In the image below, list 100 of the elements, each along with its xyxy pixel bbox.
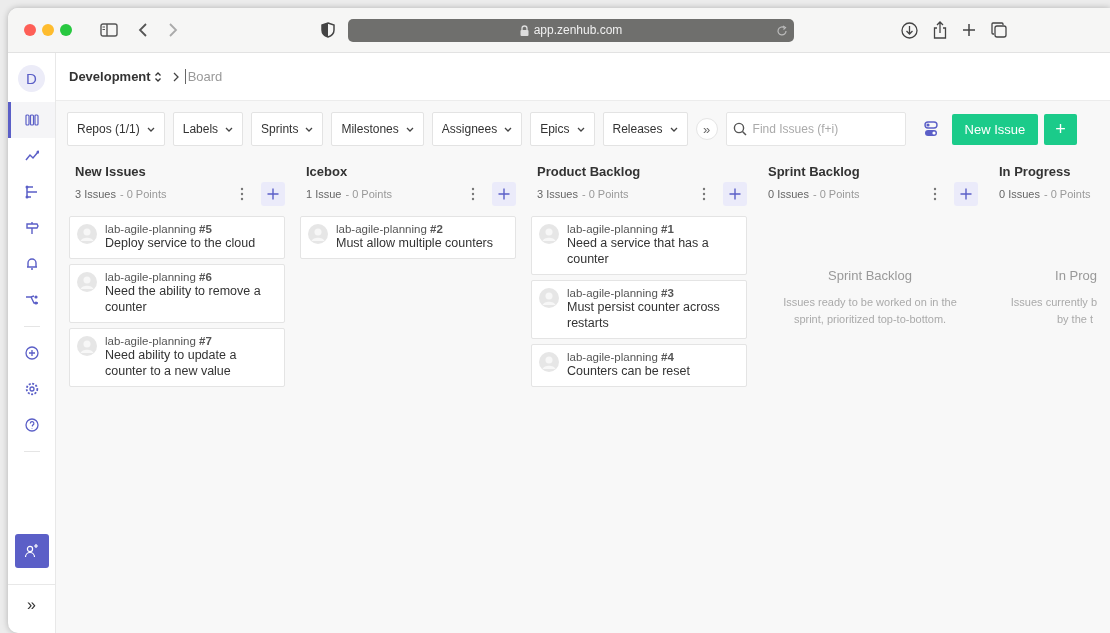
issue-count: 0 Issues — [768, 188, 809, 200]
plus-circle-icon — [24, 346, 39, 360]
back-icon[interactable] — [138, 22, 148, 38]
issue-card[interactable]: lab-agile-planning #2 Must allow multiple counters — [300, 216, 516, 259]
bell-icon — [24, 257, 39, 271]
filter-dropdown[interactable]: Assignees — [431, 112, 523, 146]
avatar-icon — [308, 224, 328, 244]
issue-title: Counters can be reset — [567, 363, 690, 379]
filter-dropdown[interactable]: Releases — [602, 112, 688, 146]
address-bar[interactable]: app.zenhub.com — [348, 18, 794, 42]
avatar-icon — [539, 224, 559, 244]
add-user-icon — [23, 543, 40, 559]
signpost-icon — [24, 221, 39, 235]
plus-icon — [960, 188, 972, 200]
plus-icon — [498, 188, 510, 200]
add-issue-button[interactable] — [954, 182, 978, 206]
issue-title: Need the ability to remove a counter — [105, 283, 262, 315]
issue-count: 0 Issues — [999, 188, 1040, 200]
avatar-icon — [539, 352, 559, 372]
column-title: In Progress — [998, 164, 1072, 181]
issue-reference: lab-agile-planning #1 — [567, 223, 675, 235]
more-icon[interactable] — [471, 187, 475, 201]
sidebar-toggle-icon[interactable] — [100, 23, 118, 37]
issue-title: Must persist counter across restarts — [567, 299, 721, 331]
empty-state-text: Issues currently b — [1009, 295, 1097, 310]
add-issue-button[interactable] — [492, 182, 516, 206]
add-issue-button[interactable] — [723, 182, 747, 206]
issue-card[interactable]: lab-agile-planning #4 Counters can be reset — [531, 344, 747, 387]
issue-count: 3 Issues — [75, 188, 116, 200]
issue-title: Need a service that has a counter — [567, 235, 710, 267]
tabs-overview-icon[interactable] — [991, 22, 1007, 38]
issue-reference: lab-agile-planning #5 — [105, 223, 213, 235]
points-count: - 0 Points — [581, 188, 629, 200]
chevron-down-icon — [305, 126, 314, 132]
issue-card[interactable]: lab-agile-planning #7 Need ability to update a counter to a new value — [69, 328, 285, 387]
points-count: - 0 Points — [1043, 188, 1091, 200]
toggle-view-icon[interactable] — [923, 121, 938, 137]
filter-dropdown[interactable]: Sprints — [251, 112, 324, 146]
help-icon — [24, 418, 39, 432]
points-count: - 0 Points — [812, 188, 860, 200]
issue-card[interactable]: lab-agile-planning #5 Deploy service to the cloud — [69, 216, 285, 259]
chevron-right-icon — [172, 71, 179, 82]
settings-icon — [24, 382, 39, 396]
search-field[interactable]: Find Issues (f+i) — [725, 112, 906, 146]
chart-icon — [24, 150, 39, 162]
filter-dropdown[interactable]: Repos (1/1) — [67, 112, 165, 146]
forward-icon[interactable] — [168, 22, 178, 38]
column-title: New Issues — [74, 164, 147, 181]
column-title: Sprint Backlog — [767, 164, 861, 181]
more-icon[interactable] — [240, 187, 244, 201]
more-icon[interactable] — [933, 187, 937, 201]
chevron-down-icon — [225, 126, 234, 132]
avatar-icon — [539, 288, 559, 308]
filter-dropdown[interactable]: Milestones — [331, 112, 424, 146]
empty-state-title: Sprint Backlog — [827, 268, 913, 283]
issue-card[interactable]: lab-agile-planning #3 Must persist counter across restarts — [531, 280, 747, 339]
chevron-down-icon — [576, 126, 585, 132]
zoom-light[interactable] — [60, 24, 72, 36]
add-issue-button[interactable] — [261, 182, 285, 206]
issue-reference: lab-agile-planning #6 — [105, 271, 213, 283]
chevron-down-icon — [146, 126, 155, 132]
filter-dropdown[interactable]: Labels — [172, 112, 244, 146]
avatar-icon — [77, 336, 97, 356]
chevron-down-icon — [405, 126, 414, 132]
new-tab-icon[interactable] — [962, 23, 976, 37]
more-filters-button[interactable]: » — [695, 118, 718, 140]
share-icon[interactable] — [933, 21, 947, 39]
issue-title: Deploy service to the cloud — [105, 235, 256, 251]
issue-card[interactable]: lab-agile-planning #6 Need the ability to remove a counter — [69, 264, 285, 323]
filter-dropdown[interactable]: Epics — [530, 112, 595, 146]
workspace-name[interactable]: Development — [69, 69, 151, 84]
workspace-avatar[interactable]: D — [18, 65, 45, 92]
issue-count: 1 Issue — [306, 188, 342, 200]
shield-icon[interactable] — [321, 22, 335, 38]
chevron-down-icon — [504, 126, 513, 132]
issue-card[interactable]: lab-agile-planning #1 Need a service that has a counter — [531, 216, 747, 275]
close-light[interactable] — [24, 24, 36, 36]
reload-icon[interactable] — [776, 24, 788, 37]
sort-icon — [153, 70, 162, 83]
download-icon[interactable] — [901, 21, 918, 39]
issue-title: Must allow multiple counters — [336, 235, 493, 251]
chevron-down-icon — [669, 126, 678, 132]
lock-icon — [519, 24, 529, 36]
avatar-icon — [77, 272, 97, 292]
plus-icon — [729, 188, 741, 200]
empty-state-text: sprint, prioritized top-to-bottom. — [792, 312, 948, 327]
issue-reference: lab-agile-planning #4 — [567, 351, 675, 363]
sidebar-item[interactable] — [8, 102, 55, 138]
column-title: Icebox — [305, 164, 349, 181]
expand-sidebar-button[interactable]: » — [23, 585, 40, 625]
more-icon[interactable] — [702, 187, 706, 201]
issue-reference: lab-agile-planning #7 — [105, 335, 213, 347]
issue-reference: lab-agile-planning #3 — [567, 287, 675, 299]
issue-count: 3 Issues — [537, 188, 578, 200]
column-title: Product Backlog — [536, 164, 642, 181]
plus-icon — [267, 188, 279, 200]
points-count: - 0 Points — [119, 188, 167, 200]
issue-reference: lab-agile-planning #2 — [336, 223, 444, 235]
invite-button[interactable] — [14, 534, 49, 568]
board-icon — [24, 114, 39, 126]
